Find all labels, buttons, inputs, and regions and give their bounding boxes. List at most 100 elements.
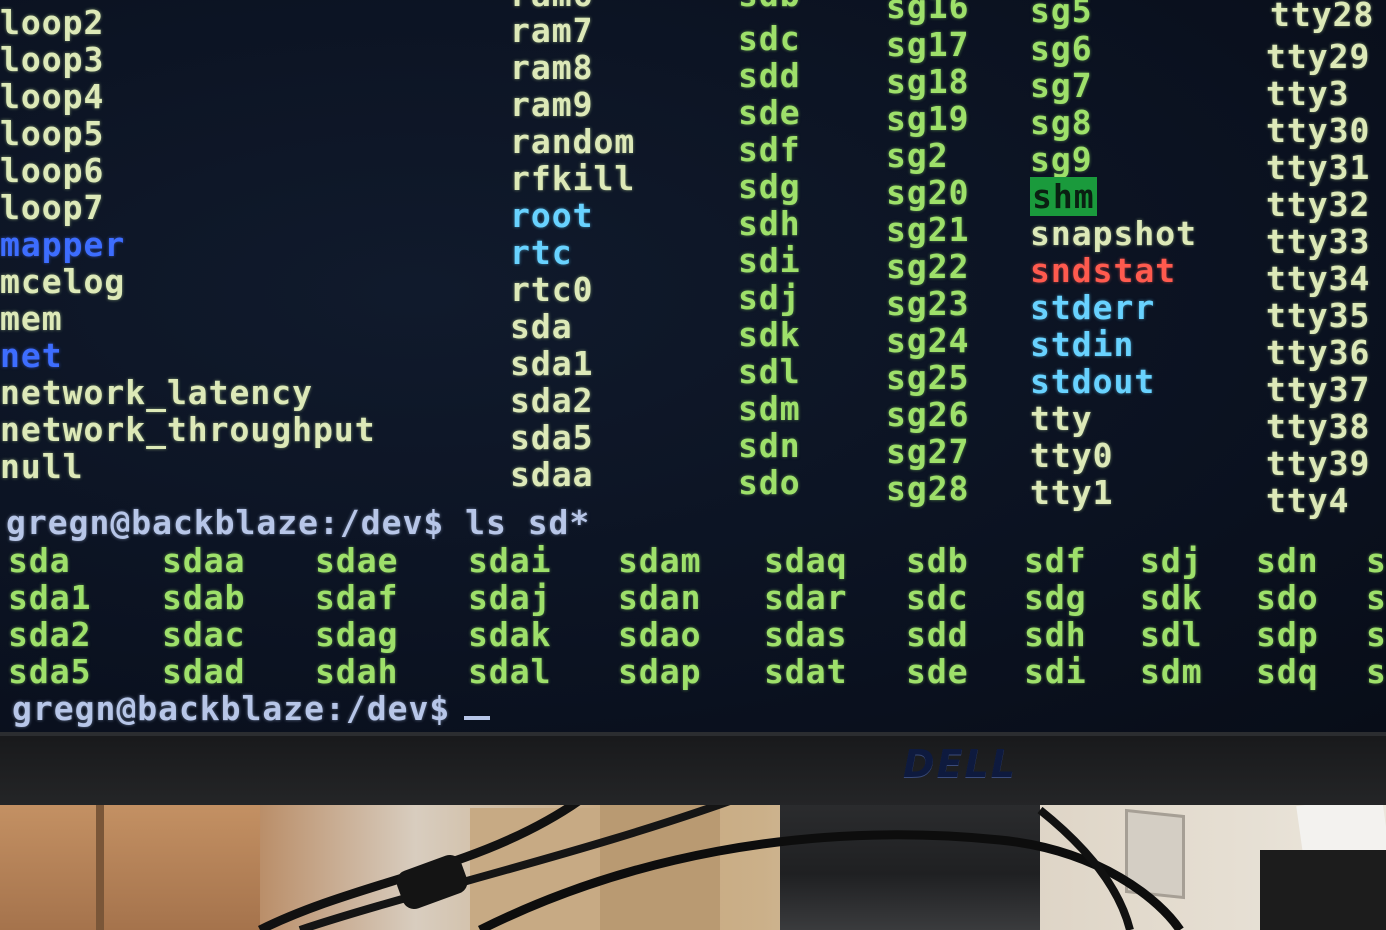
ls-entry: sdai bbox=[468, 541, 552, 580]
listing-entry: sg26 bbox=[886, 395, 970, 434]
ls-entry: sdal bbox=[468, 652, 552, 691]
ls-entry: sdac bbox=[162, 615, 246, 654]
listing-entry: tty39 bbox=[1266, 444, 1371, 483]
listing-column-3: sdc sdd sde sdf sdg sdh sdi sdj sdk sdl … bbox=[738, 20, 801, 501]
ls-entry: sdap bbox=[618, 652, 702, 691]
listing-entry: sda1 bbox=[510, 344, 594, 383]
listing-entry: sg2 bbox=[886, 136, 949, 175]
listing-entry: sg8 bbox=[1030, 103, 1093, 142]
listing-entry: sg23 bbox=[886, 284, 970, 323]
listing-entry: tty28 bbox=[1270, 0, 1375, 34]
ls-entry: sdq bbox=[1256, 652, 1319, 691]
listing-entry: sg16 bbox=[886, 0, 970, 26]
ls-column-7: sdb sdc sdd sde bbox=[906, 542, 969, 690]
listing-entry: loop7 bbox=[0, 188, 105, 227]
ls-entry: sdk bbox=[1140, 578, 1203, 617]
listing-entry-highlighted: shm bbox=[1030, 177, 1197, 216]
listing-entry: loop2 bbox=[0, 3, 105, 42]
ls-column-10: sdn sdo sdp sdq bbox=[1256, 542, 1319, 690]
ls-column-5: sdam sdan sdao sdap bbox=[618, 542, 701, 690]
ls-entry: sdj bbox=[1140, 541, 1203, 580]
listing-column-1: loop2 loop3 loop4 loop5 loop6 loop7 mapp… bbox=[0, 4, 376, 485]
ls-entry: sdd bbox=[906, 615, 969, 654]
ls-entry: sda1 bbox=[8, 578, 92, 617]
listing-entry: sdm bbox=[738, 389, 801, 428]
listing-entry: sg24 bbox=[886, 321, 970, 360]
listing-entry: tty37 bbox=[1266, 370, 1371, 409]
ls-entry: sdam bbox=[618, 541, 702, 580]
listing-entry: sg19 bbox=[886, 99, 970, 138]
listing-entry: sdc bbox=[738, 19, 801, 58]
listing-entry: tty0 bbox=[1030, 436, 1114, 475]
listing-entry-link: stdin bbox=[1030, 325, 1135, 364]
text-cursor bbox=[464, 716, 491, 720]
listing-entry: loop5 bbox=[0, 114, 105, 153]
ls-entry: sdl bbox=[1140, 615, 1203, 654]
ls-entry: sda bbox=[8, 541, 71, 580]
ls-entry-cut: s bbox=[1366, 615, 1386, 654]
listing-entry: ram7 bbox=[510, 11, 594, 50]
ls-entry: sdab bbox=[162, 578, 246, 617]
prompt-text: gregn@backblaze:/dev$ bbox=[12, 689, 451, 728]
shell-prompt[interactable]: gregn@backblaze:/dev$ bbox=[12, 689, 491, 728]
ls-entry-cut: s bbox=[1366, 578, 1386, 617]
listing-entry: sdn bbox=[738, 426, 801, 465]
listing-entry: network_throughput bbox=[0, 410, 376, 449]
ls-entry: sdae bbox=[315, 541, 399, 580]
listing-entry-link: root bbox=[510, 196, 594, 235]
ls-entry: sdar bbox=[764, 578, 848, 617]
listing-column-2: ram7 ram8 ram9 random rfkill root rtc rt… bbox=[510, 12, 635, 493]
ls-column-6: sdaq sdar sdas sdat bbox=[764, 542, 847, 690]
ls-entry: sdaf bbox=[315, 578, 399, 617]
listing-entry: tty31 bbox=[1266, 148, 1371, 187]
ls-entry: sdad bbox=[162, 652, 246, 691]
listing-entry: sdf bbox=[738, 130, 801, 169]
listing-entry: tty36 bbox=[1266, 333, 1371, 372]
ls-column-3: sdae sdaf sdag sdah bbox=[315, 542, 398, 690]
listing-column-5: sg6 sg7 sg8 sg9 shm snapshot sndstat std… bbox=[1030, 30, 1197, 511]
ls-entry: sdg bbox=[1024, 578, 1087, 617]
ls-entry: sdaj bbox=[468, 578, 552, 617]
listing-entry: tty32 bbox=[1266, 185, 1371, 224]
ls-entry: sdas bbox=[764, 615, 848, 654]
listing-entry: sdb bbox=[738, 0, 801, 13]
listing-entry: loop3 bbox=[0, 40, 105, 79]
listing-entry: sda5 bbox=[510, 418, 594, 457]
ls-entry: sdag bbox=[315, 615, 399, 654]
listing-entry-link: rtc bbox=[510, 233, 573, 272]
ls-entry: sdn bbox=[1256, 541, 1319, 580]
ls-column-9: sdj sdk sdl sdm bbox=[1140, 542, 1203, 690]
ls-entry: sdp bbox=[1256, 615, 1319, 654]
shm-highlight: shm bbox=[1030, 177, 1097, 216]
monitor: ram6 sdb sg16 sg5 tty28 loop2 loop3 loop… bbox=[0, 0, 1386, 805]
listing-entry: rtc0 bbox=[510, 270, 594, 309]
listing-entry: mem bbox=[0, 299, 63, 338]
listing-entry-directory: mapper bbox=[0, 225, 126, 264]
ls-entry: sdh bbox=[1024, 615, 1087, 654]
listing-entry: sg5 bbox=[1030, 0, 1093, 30]
ls-entry: sdaq bbox=[764, 541, 848, 580]
listing-entry: rfkill bbox=[510, 159, 636, 198]
ls-entry: sda5 bbox=[8, 652, 92, 691]
terminal-screen[interactable]: ram6 sdb sg16 sg5 tty28 loop2 loop3 loop… bbox=[0, 0, 1386, 732]
listing-entry: sg20 bbox=[886, 173, 970, 212]
listing-entry: sdi bbox=[738, 241, 801, 280]
listing-entry: sg21 bbox=[886, 210, 970, 249]
listing-entry: tty1 bbox=[1030, 473, 1114, 512]
ls-entry: sde bbox=[906, 652, 969, 691]
listing-entry-link: stdout bbox=[1030, 362, 1156, 401]
listing-entry: sg25 bbox=[886, 358, 970, 397]
ls-entry: sdb bbox=[906, 541, 969, 580]
listing-entry: loop6 bbox=[0, 151, 105, 190]
listing-entry: tty34 bbox=[1266, 259, 1371, 298]
ls-column-1: sda sda1 sda2 sda5 bbox=[8, 542, 91, 690]
ls-entry: sdah bbox=[315, 652, 399, 691]
listing-entry: sg7 bbox=[1030, 66, 1093, 105]
listing-entry: tty4 bbox=[1266, 481, 1350, 520]
listing-entry: sdg bbox=[738, 167, 801, 206]
listing-entry: sg27 bbox=[886, 432, 970, 471]
listing-column-4: sg17 sg18 sg19 sg2 sg20 sg21 sg22 sg23 s… bbox=[886, 26, 969, 507]
ls-entry: sdm bbox=[1140, 652, 1203, 691]
listing-entry: sdl bbox=[738, 352, 801, 391]
ls-entry: sdo bbox=[1256, 578, 1319, 617]
